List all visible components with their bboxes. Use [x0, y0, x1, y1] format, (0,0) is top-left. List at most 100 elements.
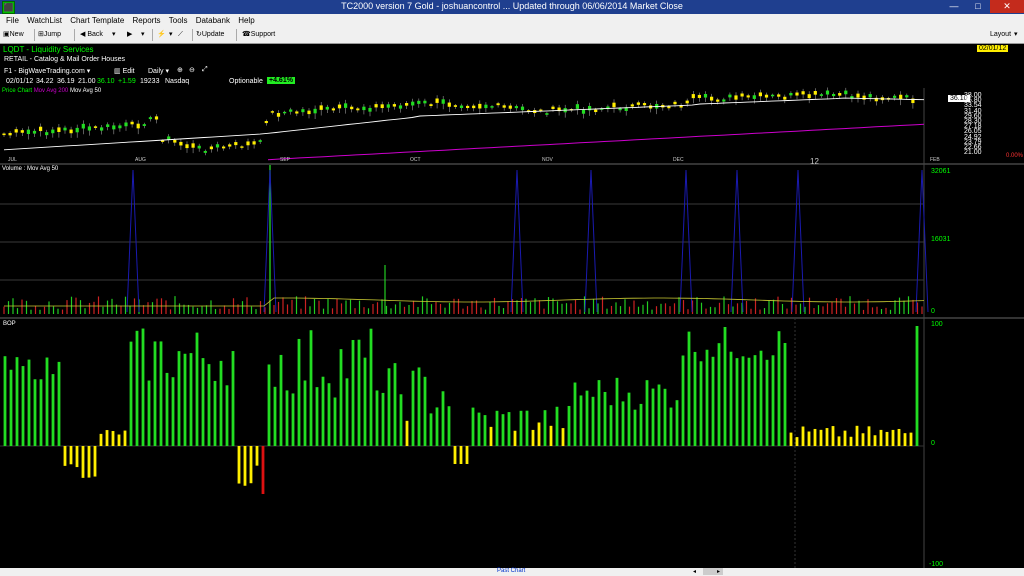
price-candle	[703, 93, 708, 98]
bop-bar	[369, 328, 373, 446]
back-dropdown-icon[interactable]: ▾	[112, 29, 116, 41]
price-candle	[868, 94, 872, 98]
price-candle	[356, 108, 360, 111]
price-candle	[490, 106, 494, 108]
price-candle	[642, 103, 647, 106]
menu-tools[interactable]: Tools	[169, 14, 188, 27]
bop-bar	[441, 391, 445, 446]
new-button[interactable]: ▣New	[3, 29, 24, 41]
price-candle	[838, 93, 842, 96]
past-chart-link[interactable]: Past Chart	[497, 568, 525, 574]
bop-bar	[789, 432, 793, 446]
menu-reports[interactable]: Reports	[133, 14, 161, 27]
menu-watchlist[interactable]: WatchList	[27, 14, 62, 27]
menu-help[interactable]: Help	[238, 14, 254, 27]
bop-bar	[387, 368, 391, 446]
bop-bar	[129, 341, 133, 446]
toolbar-divider	[34, 29, 35, 41]
bop-bar	[123, 430, 127, 446]
price-candle	[789, 92, 793, 96]
minimize-button[interactable]: —	[942, 0, 966, 13]
price-candle	[319, 105, 323, 110]
pct-axis-label: 0.00%	[1006, 153, 1024, 159]
price-candle	[496, 103, 500, 106]
bop-bar	[339, 349, 343, 446]
chart-area[interactable]	[0, 43, 1024, 568]
scroll-left-icon[interactable]: ◂	[693, 568, 696, 575]
price-candle	[228, 144, 232, 147]
update-button[interactable]: ↻Update	[196, 29, 224, 41]
price-candle	[350, 106, 354, 110]
price-candle	[289, 109, 293, 112]
menu-chart-template[interactable]: Chart Template	[70, 14, 124, 27]
price-candle	[136, 123, 140, 129]
price-candle	[581, 109, 586, 114]
bop-bar	[159, 341, 163, 446]
price-candle	[795, 92, 799, 96]
bop-bar	[9, 369, 13, 446]
price-candle	[783, 96, 787, 100]
scroll-right-icon[interactable]: ▸	[717, 568, 720, 575]
bop-bar	[807, 431, 811, 446]
bop-bar	[819, 429, 823, 446]
price-candle	[520, 106, 525, 111]
price-candle	[75, 127, 79, 133]
price-candle	[209, 146, 213, 150]
bop-bar	[243, 446, 247, 486]
price-candle	[93, 126, 98, 128]
price-candle	[758, 92, 762, 97]
bop-bar	[231, 351, 235, 446]
price-candle	[453, 105, 457, 107]
price-candle	[825, 90, 830, 95]
price-candle	[508, 105, 512, 109]
draw-dropdown-icon[interactable]: ▾	[169, 29, 173, 41]
close-button[interactable]: ✕	[990, 0, 1024, 13]
draw-tool-icon[interactable]: ⚡	[157, 29, 166, 41]
price-candle	[636, 102, 640, 105]
price-candle	[51, 129, 55, 134]
bop-bar	[345, 378, 349, 446]
lines-tool-icon[interactable]: ⟋	[178, 29, 183, 41]
bop-bar	[117, 434, 121, 446]
volume-spike-line	[126, 169, 140, 313]
layout-dropdown-icon[interactable]: ▾	[1014, 29, 1018, 41]
bop-bar	[603, 391, 607, 446]
jump-button[interactable]: ⊞Jump	[38, 29, 61, 41]
bop-bar	[843, 430, 847, 446]
bop-legend[interactable]: BOP	[3, 321, 16, 327]
bop-bar	[729, 351, 733, 446]
price-candle	[252, 141, 256, 145]
price-candle	[203, 150, 207, 153]
bop-bar	[801, 426, 805, 446]
bop-bar	[609, 405, 613, 446]
bop-bar	[75, 446, 79, 468]
menu-file[interactable]: File	[6, 14, 19, 27]
price-candle	[222, 146, 226, 149]
price-candle	[752, 95, 756, 99]
price-candle	[813, 91, 817, 95]
month-label: FEB	[930, 157, 940, 163]
price-candle	[691, 94, 695, 99]
forward-button[interactable]: ▶	[127, 29, 132, 41]
maximize-button[interactable]: □	[966, 0, 990, 13]
bop-bar	[795, 437, 799, 446]
bop-bar	[585, 390, 589, 446]
price-candle	[478, 103, 482, 109]
bop-bar	[897, 428, 901, 446]
price-candle	[258, 140, 262, 142]
forward-dropdown-icon[interactable]: ▾	[141, 29, 145, 41]
support-button[interactable]: ☎Support	[242, 29, 275, 41]
volume-legend[interactable]: Volume : Mov Avg 50	[2, 166, 58, 172]
bop-bar	[693, 351, 697, 446]
bop-bar	[723, 326, 727, 446]
bop-bar	[375, 390, 379, 446]
price-candle	[423, 100, 427, 104]
back-button[interactable]: ◀ Back	[80, 29, 103, 41]
bop-bar	[783, 343, 787, 446]
menu-databank[interactable]: Databank	[196, 14, 230, 27]
layout-button[interactable]: Layout	[990, 29, 1011, 41]
bop-bar	[297, 338, 301, 446]
price-candle	[191, 143, 195, 148]
price-tick-label: 21.00	[964, 149, 982, 157]
month-label: NOV	[542, 157, 553, 163]
